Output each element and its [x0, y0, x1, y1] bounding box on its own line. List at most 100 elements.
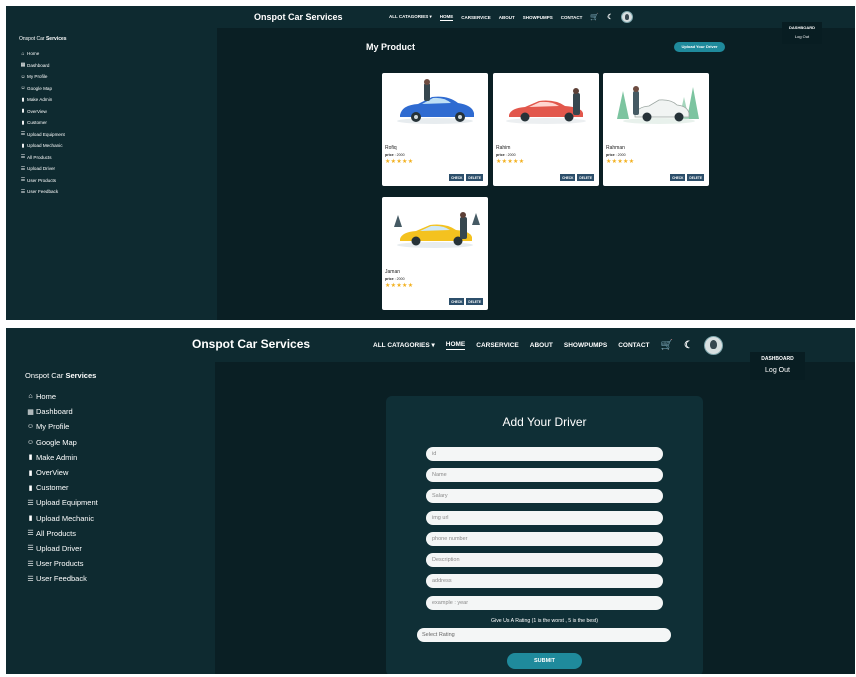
year-field[interactable] — [426, 596, 663, 610]
sidebar-item-google-map[interactable]: ☺ Google Map — [25, 435, 215, 450]
description-field[interactable] — [426, 553, 663, 567]
sidebar-item-all-products[interactable]: ☰ All Products — [25, 526, 215, 541]
dropdown-logout[interactable]: Log Out — [782, 34, 822, 39]
sidebar-item-label: Make Admin — [36, 452, 78, 462]
check-button[interactable]: CHECK — [449, 298, 465, 305]
list-icon: ☰ — [20, 177, 26, 184]
address-field[interactable] — [426, 574, 663, 588]
sidebar: Onspot Car Services ⌂ Home ▦ Dashboard ☺ My P… — [6, 362, 215, 674]
nav-carservice[interactable]: CARSERVICE — [476, 342, 519, 349]
sidebar-item-make-admin[interactable]: ▮ Make Admin — [19, 94, 217, 106]
delete-button[interactable]: DELETE — [577, 174, 594, 181]
img-url-field[interactable] — [426, 511, 663, 525]
check-button[interactable]: CHECK — [560, 174, 576, 181]
sidebar-item-home[interactable]: ⌂ Home — [19, 48, 217, 60]
nav-home[interactable]: HOME — [439, 14, 454, 21]
sidebar-item-label: Google Map — [27, 85, 53, 91]
grid-icon: ▦ — [27, 408, 34, 416]
sidebar-item-upload-driver[interactable]: ☰ Upload Driver — [19, 163, 217, 175]
rating-select[interactable]: Select Rating — [417, 628, 671, 642]
dropdown-dashboard[interactable]: DASHBOARD — [761, 356, 794, 362]
user-icon: ☺ — [26, 423, 35, 431]
sidebar-item-overview[interactable]: ▮ OverView — [25, 465, 215, 480]
bookmark-icon: ▮ — [28, 469, 33, 477]
sidebar-item-home[interactable]: ⌂ Home — [25, 389, 215, 404]
user-icon: ☺ — [26, 438, 35, 446]
product-name: Jaman — [385, 269, 401, 275]
list-icon: ☰ — [20, 131, 26, 138]
sidebar-item-overview[interactable]: ▮ OverView — [19, 106, 217, 118]
name-field[interactable] — [426, 468, 663, 482]
sidebar-item-google-map[interactable]: ☺ Google Map — [19, 83, 217, 95]
sidebar-title: Onspot Car Services — [19, 36, 67, 42]
nav-about[interactable]: ABOUT — [530, 342, 553, 349]
sidebar-item-user-feedback[interactable]: ☰ User Feedback — [25, 571, 215, 586]
sidebar-item-all-products[interactable]: ☰ All Products — [19, 152, 217, 164]
delete-button[interactable]: DELETE — [687, 174, 704, 181]
rating-stars: ★★★★★ — [606, 159, 635, 165]
sidebar-item-my-profile[interactable]: ☺ My Profile — [25, 419, 215, 434]
submit-button[interactable]: SUBMIT — [507, 653, 582, 669]
cart-icon[interactable]: 🛒 — [590, 13, 599, 21]
sidebar-item-label: All Products — [27, 154, 52, 160]
brand-logo[interactable]: Onspot Car Services — [254, 12, 343, 22]
salary-field[interactable] — [426, 489, 663, 503]
car-illustration — [394, 212, 480, 248]
sidebar-item-label: Upload Driver — [27, 166, 56, 172]
nav-all-categories[interactable]: ALL CATAGORIES ▾ — [373, 341, 435, 349]
product-name: Rahim — [496, 145, 511, 151]
phone-field[interactable] — [426, 532, 663, 546]
moon-icon[interactable]: ☾ — [684, 340, 693, 351]
nav-contact[interactable]: CONTACT — [561, 15, 583, 20]
sidebar-item-make-admin[interactable]: ▮ Make Admin — [25, 450, 215, 465]
product-card: Rahim price : 2000 ★★★★★ CHECK DELETE — [493, 73, 599, 186]
nav-all-categories[interactable]: ALL CATAGORIES ▾ — [389, 14, 432, 20]
nav-contact[interactable]: CONTACT — [618, 342, 649, 349]
dropdown-dashboard[interactable]: DASHBOARD — [789, 25, 815, 30]
cart-icon[interactable]: 🛒 — [661, 340, 673, 351]
sidebar-item-customer[interactable]: ▮ Customer — [19, 117, 217, 129]
sidebar-item-user-feedback[interactable]: ☰ User Feedback — [19, 186, 217, 198]
sidebar-item-label: Upload Driver — [36, 543, 82, 553]
bookmark-icon: ▮ — [21, 108, 25, 115]
product-price: price : 2000 — [606, 153, 626, 157]
nav-about[interactable]: ABOUT — [499, 15, 515, 20]
check-button[interactable]: CHECK — [449, 174, 465, 181]
sidebar-item-label: User Products — [27, 177, 57, 183]
sidebar-item-user-products[interactable]: ☰ User Products — [19, 175, 217, 187]
sidebar-item-user-products[interactable]: ☰ User Products — [25, 556, 215, 571]
sidebar-item-upload-mechanic[interactable]: ▮ Upload Mechanic — [19, 140, 217, 152]
sidebar-item-label: My Profile — [27, 74, 48, 80]
avatar[interactable] — [621, 11, 634, 23]
dropdown-logout[interactable]: Log Out — [750, 367, 805, 374]
sidebar-item-label: User Products — [36, 559, 84, 569]
nav-home[interactable]: HOME — [445, 341, 466, 350]
sidebar-item-upload-equipment[interactable]: ☰ Upload Equipment — [25, 495, 215, 510]
check-button[interactable]: CHECK — [670, 174, 686, 181]
brand-logo[interactable]: Onspot Car Services — [192, 337, 310, 351]
moon-icon[interactable]: ☾ — [607, 13, 613, 21]
main-nav: ALL CATAGORIES ▾ HOME CARSERVICE ABOUT S… — [373, 335, 723, 355]
sidebar-item-upload-driver[interactable]: ☰ Upload Driver — [25, 541, 215, 556]
nav-carservice[interactable]: CARSERVICE — [461, 15, 490, 20]
sidebar-item-upload-equipment[interactable]: ☰ Upload Equipment — [19, 129, 217, 141]
sidebar-item-dashboard[interactable]: ▦ Dashboard — [25, 404, 215, 419]
delete-button[interactable]: DELETE — [466, 298, 483, 305]
upload-driver-button[interactable]: Upload Your Driver — [674, 42, 725, 52]
avatar[interactable] — [703, 335, 723, 355]
bookmark-icon: ▮ — [28, 454, 33, 462]
nav-showpumps[interactable]: SHOWPUMPS — [564, 342, 607, 349]
sidebar-item-dashboard[interactable]: ▦ Dashboard — [19, 60, 217, 72]
rating-stars: ★★★★★ — [385, 283, 414, 289]
sidebar-item-customer[interactable]: ▮ Customer — [25, 480, 215, 495]
sidebar-item-upload-mechanic[interactable]: ▮ Upload Mechanic — [25, 511, 215, 526]
id-field[interactable] — [426, 447, 663, 461]
delete-button[interactable]: DELETE — [466, 174, 483, 181]
sidebar-item-label: Upload Mechanic — [27, 143, 63, 149]
sidebar-title: Onspot Car Services — [25, 371, 97, 380]
product-price: price : 2000 — [385, 277, 405, 281]
sidebar-item-my-profile[interactable]: ☺ My Profile — [19, 71, 217, 83]
nav-showpumps[interactable]: SHOWPUMPS — [523, 15, 553, 20]
my-product-screen: Onspot Car Services ALL CATAGORIES ▾ HOM… — [6, 6, 855, 320]
sidebar-item-label: Upload Equipment — [27, 131, 65, 137]
